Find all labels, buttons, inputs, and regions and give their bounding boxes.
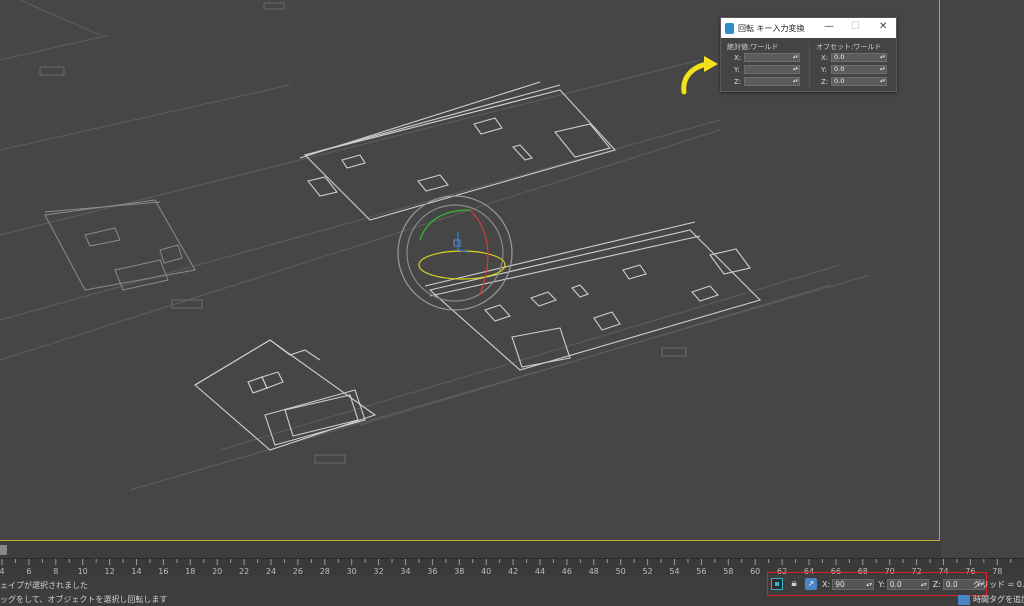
absolute-z-field: Z: ▴▾ <box>734 77 800 86</box>
coord-z-label: Z: <box>932 579 941 589</box>
add-time-tag[interactable]: 時間タグを追加 <box>958 594 1024 605</box>
offset-z-spinner[interactable]: 0.0 ▴▾ <box>831 77 887 86</box>
coord-y-value: 0.0 <box>889 579 902 589</box>
offset-x-spinner[interactable]: 0.0 ▴▾ <box>831 53 887 62</box>
selection-lock-icon[interactable] <box>771 578 783 590</box>
coord-y-spinner[interactable]: 0.0 ▴▾ <box>886 578 929 590</box>
time-tag-label: 時間タグを追加 <box>973 595 1024 604</box>
max-app-window: 回転 キー入力変換 — ☐ ✕ 絶対値:ワールド オフセット:ワールド X: ▴… <box>0 0 1024 606</box>
absolute-y-spinner[interactable]: ▴▾ <box>744 65 800 74</box>
coord-x-spinner[interactable]: 90 ▴▾ <box>832 578 875 590</box>
grid-size-text: グリッド = 0.0mm <box>973 580 1024 589</box>
coord-y-label: Y: <box>878 579 885 589</box>
spinner-arrows-icon[interactable]: ▴▾ <box>880 54 885 61</box>
absolute-x-field: X: ▴▾ <box>734 53 800 62</box>
offset-world-title: オフセット:ワールド <box>816 43 882 51</box>
offset-y-spinner[interactable]: 0.0 ▴▾ <box>831 65 887 74</box>
absolute-y-field: Y: ▴▾ <box>734 65 800 74</box>
lock-icon[interactable]: 🔒︎ <box>788 578 800 590</box>
spinner-arrows-icon[interactable]: ▴▾ <box>880 66 885 73</box>
status-prompt-text: ッグをして、オブジェクトを選択し回転します <box>0 595 168 604</box>
offset-y-field: Y: 0.0 ▴▾ <box>821 65 887 74</box>
time-tag-icon <box>958 594 970 605</box>
coord-z-value: 0.0 <box>945 579 958 589</box>
dialog-title: 回転 キー入力変換 <box>738 23 805 33</box>
coordinate-display: 🔒︎ ↗ X: 90 ▴▾ Y: 0.0 ▴▾ Z: 0.0 ▴▾ <box>771 577 989 591</box>
spinner-arrows-icon[interactable]: ▴▾ <box>793 66 798 73</box>
expand-track-bar-button[interactable] <box>0 545 7 555</box>
rotate-transform-type-in-dialog: 回転 キー入力変換 — ☐ ✕ 絶対値:ワールド オフセット:ワールド X: ▴… <box>720 17 897 92</box>
absolute-world-title: 絶対値:ワールド <box>727 43 779 51</box>
offset-x-value: 0.0 <box>834 53 845 61</box>
absolute-x-label: X: <box>734 53 742 62</box>
offset-x-field: X: 0.0 ▴▾ <box>821 53 887 62</box>
offset-z-value: 0.0 <box>834 77 845 85</box>
offset-x-label: X: <box>821 53 829 62</box>
offset-mode-icon[interactable]: ↗ <box>805 578 817 590</box>
command-panel-edge <box>941 0 1024 558</box>
dialog-titlebar[interactable]: 回転 キー入力変換 — ☐ ✕ <box>721 18 896 38</box>
offset-y-label: Y: <box>821 65 827 74</box>
spinner-arrows-icon[interactable]: ▴▾ <box>793 78 798 85</box>
annotation-arrow-icon <box>681 56 718 95</box>
spinner-arrows-icon[interactable]: ▴▾ <box>866 580 872 589</box>
absolute-x-spinner[interactable]: ▴▾ <box>744 53 800 62</box>
offset-z-field: Z: 0.0 ▴▾ <box>821 77 887 86</box>
absolute-z-label: Z: <box>734 77 742 86</box>
app-icon <box>725 22 734 34</box>
absolute-y-label: Y: <box>734 65 740 74</box>
maximize-button[interactable]: ☐ <box>851 21 860 33</box>
status-selection-text: ェイプが選択されました <box>0 581 88 590</box>
coord-x-label: X: <box>822 579 831 589</box>
spinner-arrows-icon[interactable]: ▴▾ <box>880 78 885 85</box>
coord-x-value: 90 <box>835 579 845 589</box>
dialog-divider <box>809 42 810 90</box>
spinner-arrows-icon[interactable]: ▴▾ <box>921 580 927 589</box>
offset-y-value: 0.0 <box>834 65 845 73</box>
spinner-arrows-icon[interactable]: ▴▾ <box>793 54 798 61</box>
offset-z-label: Z: <box>821 77 829 86</box>
minimize-button[interactable]: — <box>824 21 834 33</box>
close-button[interactable]: ✕ <box>879 21 887 33</box>
absolute-z-spinner[interactable]: ▴▾ <box>744 77 800 86</box>
